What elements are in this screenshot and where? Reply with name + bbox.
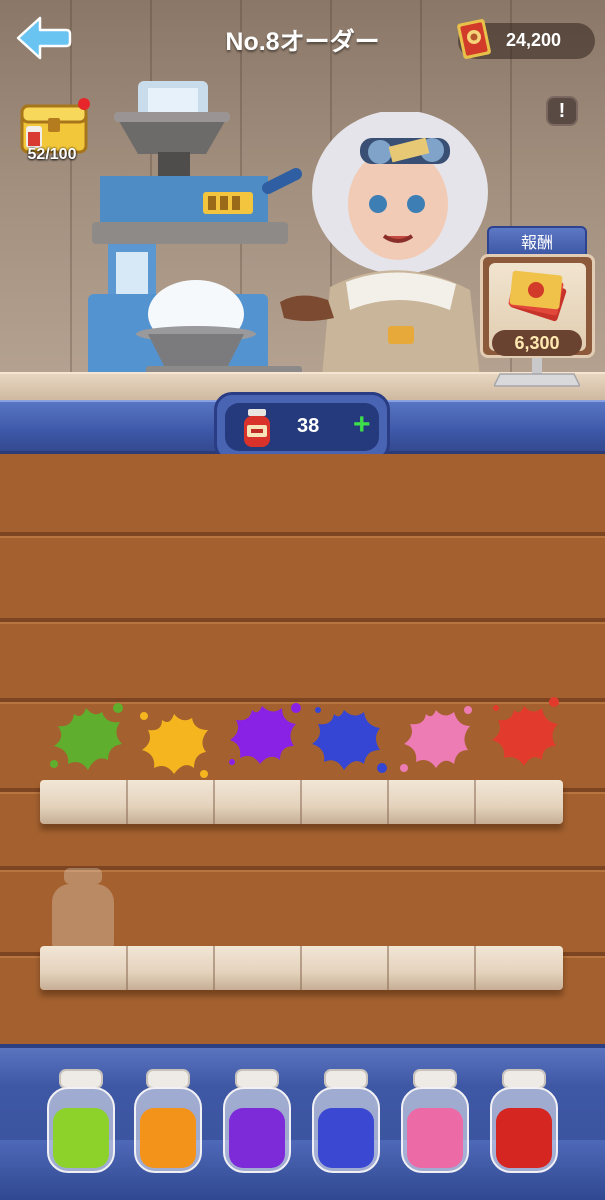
- shelf-slot-divider: [387, 946, 389, 990]
- shelf-slot-divider: [300, 780, 302, 824]
- reward-panel: 報酬 6,300: [480, 226, 595, 390]
- ticket-currency-icon: [457, 19, 491, 59]
- shelf-slot-divider: [126, 946, 128, 990]
- paint-jar-purple[interactable]: [222, 1068, 292, 1176]
- jar-counter[interactable]: 38 +: [214, 392, 390, 462]
- add-jars-button[interactable]: +: [353, 408, 371, 442]
- paint-splat-purple: [229, 703, 301, 765]
- target-shelf: [40, 780, 563, 824]
- shelf-slot-divider: [300, 946, 302, 990]
- paint-splat-blue: [312, 707, 387, 773]
- shopkeeper-character: [280, 112, 488, 377]
- jam-jar-icon: [244, 409, 270, 447]
- jar-count: 38: [297, 415, 320, 437]
- ticket-stack-icon: [508, 270, 567, 322]
- info-button[interactable]: !: [546, 96, 578, 126]
- paint-jar-red[interactable]: [489, 1068, 559, 1176]
- paint-splat-yellow: [140, 712, 208, 778]
- jar-counter-inner: 38 +: [225, 403, 379, 451]
- back-button[interactable]: [14, 14, 72, 62]
- paint-splat-green: [50, 703, 123, 770]
- shelf-slot-divider: [213, 946, 215, 990]
- shelf-slot-divider: [474, 946, 476, 990]
- paint-jar-orange[interactable]: [133, 1068, 203, 1176]
- shelf-slot-divider: [387, 780, 389, 824]
- wood-grain-line: [0, 618, 605, 622]
- currency-value: 24,200: [506, 30, 562, 50]
- shelf-slot-divider: [126, 780, 128, 824]
- paint-splat-pink: [400, 706, 472, 772]
- answer-shelf: [40, 946, 563, 990]
- page-title: No.8オーダー: [225, 28, 380, 56]
- paint-jar-green[interactable]: [46, 1068, 116, 1176]
- chest-progress-count: 52/100: [27, 146, 77, 163]
- shelf-slot-divider: [474, 780, 476, 824]
- wood-grain-line: [0, 532, 605, 536]
- reward-stand: [494, 358, 580, 387]
- paint-jar-pink[interactable]: [400, 1068, 470, 1176]
- reward-heading: 報酬: [487, 226, 587, 256]
- back-arrow-icon: [16, 16, 72, 60]
- paint-splat-red: [492, 697, 559, 766]
- shelf-slot-divider: [213, 780, 215, 824]
- paint-jar-blue[interactable]: [311, 1068, 381, 1176]
- reward-value: 6,300: [492, 330, 582, 356]
- currency-display[interactable]: 24,200: [457, 19, 595, 59]
